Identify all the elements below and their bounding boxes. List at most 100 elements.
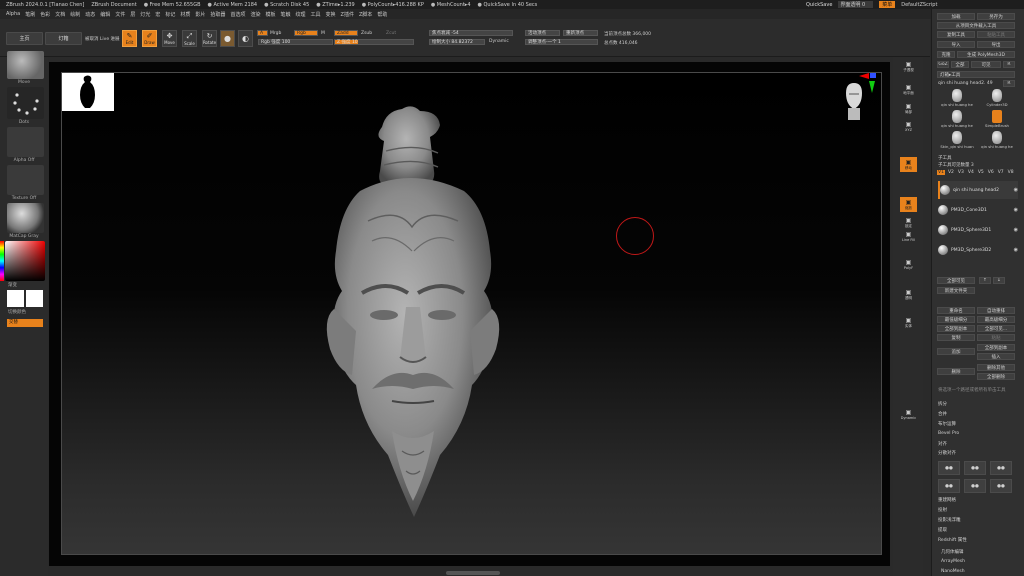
total-points-button[interactable]: 重新顶点 (563, 30, 598, 36)
tool-move-button[interactable]: ✥ Move (162, 30, 177, 47)
menu-item[interactable]: 材质 (180, 11, 190, 18)
menu-item[interactable]: 纹理 (296, 11, 306, 18)
load-tool-button[interactable]: 加载 (937, 13, 975, 20)
color-preview[interactable]: ◐ (238, 30, 253, 47)
menu-item[interactable]: Z脚本 (359, 11, 372, 18)
home-button[interactable]: 主页 (6, 32, 43, 45)
draw-size-slider[interactable]: 绘制大小 84.82372 (429, 39, 485, 45)
version-tab[interactable]: V8 (1007, 170, 1015, 175)
dynamic-toggle[interactable]: Dynamic (489, 39, 509, 44)
mrgb-toggle[interactable]: Mrgb (270, 31, 281, 36)
list-all-button[interactable]: 全部可见 (937, 277, 975, 284)
arrow-down-button[interactable]: ↓ (993, 277, 1005, 284)
sculpted-head-model[interactable] (320, 101, 506, 531)
split-menu[interactable]: 拆分 (938, 401, 947, 407)
move-button[interactable]: ▣ 移动 (900, 157, 917, 172)
align-option-icon[interactable]: ●● (990, 479, 1012, 493)
import-tool-button[interactable]: 从项目文件载入工具 (937, 22, 1015, 29)
polyf-button[interactable]: ▣ PolyF (900, 257, 917, 272)
tool-thumbnail[interactable]: Skin_qin shi huan (938, 131, 976, 151)
focal-shift-slider[interactable]: 焦点衰减 -54 (429, 30, 513, 36)
tool-thumbnail[interactable]: Cylinder3D (978, 89, 1016, 109)
all-high-button[interactable]: 最高级细分 (977, 316, 1015, 323)
solo-button[interactable]: ▣ 实体 (900, 315, 917, 330)
redshift-menu[interactable]: Redshift 属性 (938, 537, 967, 543)
version-tab[interactable]: V1 (937, 170, 945, 175)
arrow-up-button[interactable]: ↑ (979, 277, 991, 284)
canvas-scroll-handle[interactable] (446, 571, 500, 575)
tool-scale-button[interactable]: ⤢ Scale (182, 30, 197, 47)
tool-draw-button[interactable]: ✐ Draw (142, 30, 157, 47)
menu-item[interactable]: 帮助 (377, 11, 387, 18)
align-option-icon[interactable]: ●● (938, 479, 960, 493)
brush-thumbnail[interactable] (7, 51, 44, 79)
menu-item[interactable]: 渲染 (250, 11, 260, 18)
menu-item[interactable]: 影片 (195, 11, 205, 18)
all-button[interactable]: 全部 (951, 61, 969, 68)
zsub-toggle[interactable]: Zsub (361, 31, 372, 36)
menu-item[interactable]: 工具 (311, 11, 321, 18)
delete-all-button[interactable]: 全部删除 (977, 373, 1015, 380)
alpha-thumbnail[interactable] (7, 127, 44, 157)
live-boolean-label[interactable]: 被取消 Live 进展 (85, 36, 120, 42)
menu-item[interactable]: 灯光 (140, 11, 150, 18)
menu-item[interactable]: 宏 (155, 11, 160, 18)
lightbox-tools-button[interactable]: 灯箱▸工具 (937, 71, 1015, 78)
version-tab[interactable]: V5 (977, 170, 985, 175)
new-folder-button[interactable]: 新建文件夹 (937, 287, 975, 294)
all-visible-button[interactable]: 全部可见... (977, 325, 1015, 332)
version-tab[interactable]: V2 (947, 170, 955, 175)
subtool-item[interactable]: qin shi huang head2 ◉ (938, 181, 1018, 199)
active-points-button[interactable]: 活动顶点 (525, 30, 560, 36)
subtool-item[interactable]: PM3D_Sphere3D1 ◉ (938, 221, 1018, 239)
lightbox-button[interactable]: 灯箱 (45, 32, 82, 45)
menu-item[interactable]: 文档 (55, 11, 65, 18)
menu-item[interactable]: 层 (130, 11, 135, 18)
remesh-menu[interactable]: 重建网格 (938, 497, 956, 503)
orientation-head-icon[interactable] (843, 81, 865, 121)
boolean-menu[interactable]: 布尔运算 (938, 421, 956, 427)
quicksave-button[interactable]: QuickSave (806, 2, 832, 8)
menu-item[interactable]: Alpha (6, 11, 20, 17)
extract-menu[interactable]: 提取 (938, 527, 947, 533)
menu-item[interactable]: 模板 (265, 11, 275, 18)
save-as-button[interactable]: 另存为 (977, 13, 1015, 20)
copy-button[interactable]: 复制 (937, 334, 975, 341)
tool-thumbnail[interactable]: qin shi huang he (978, 131, 1016, 151)
visible-button[interactable]: 可见 (971, 61, 1001, 68)
a-toggle[interactable]: A (257, 30, 268, 36)
paste-button[interactable]: 粘贴 (977, 334, 1015, 341)
append-button[interactable]: 追加 (937, 348, 975, 355)
texture-thumbnail[interactable] (7, 165, 44, 195)
subtool-item[interactable]: PM3D_Cone3D1 ◉ (938, 201, 1018, 219)
navigator-thumbnail[interactable] (62, 73, 114, 111)
align-menu[interactable]: 对齐 (938, 441, 947, 447)
tool-thumbnail[interactable]: qin shi huang he (938, 89, 976, 109)
align-option-icon[interactable]: ●● (938, 461, 960, 475)
main-color-swatch[interactable] (7, 290, 24, 307)
menu-item[interactable]: Z插件 (341, 11, 354, 18)
version-tab[interactable]: V4 (967, 170, 975, 175)
version-tab[interactable]: V7 (997, 170, 1005, 175)
menu-item[interactable]: 变换 (326, 11, 336, 18)
eye-icon[interactable]: ◉ (1014, 247, 1018, 253)
hue-strip[interactable] (0, 241, 4, 281)
rgb-toggle[interactable]: Rgb (294, 30, 318, 36)
bevel-pro-menu[interactable]: Bevel Pro (938, 431, 959, 436)
linefill-button[interactable]: ▣ Line Fill (900, 229, 917, 244)
insert-button[interactable]: 插入 (977, 353, 1015, 360)
menu-item[interactable]: 编辑 (100, 11, 110, 18)
menu-item[interactable]: 文件 (115, 11, 125, 18)
clone-button[interactable]: 克隆 (937, 51, 955, 58)
eye-icon[interactable]: ◉ (1014, 187, 1018, 193)
duplicate-button[interactable]: 全部到副本 (937, 325, 975, 332)
tool-thumbnail[interactable]: SimpleBrush (978, 110, 1016, 130)
align-option-icon[interactable]: ●● (964, 461, 986, 475)
transparency-slider[interactable]: 界面透明 0 (838, 1, 874, 8)
nanomesh-menu[interactable]: NanoMesh (941, 569, 965, 574)
eye-icon[interactable]: ◉ (1014, 227, 1018, 233)
delete-other-button[interactable]: 删除其他 (977, 364, 1015, 371)
local-button[interactable]: ▣ 局部 (900, 101, 917, 116)
menu-item[interactable]: 笔刷 (25, 11, 35, 18)
auto-reorder-button[interactable]: 自动重排 (977, 307, 1015, 314)
